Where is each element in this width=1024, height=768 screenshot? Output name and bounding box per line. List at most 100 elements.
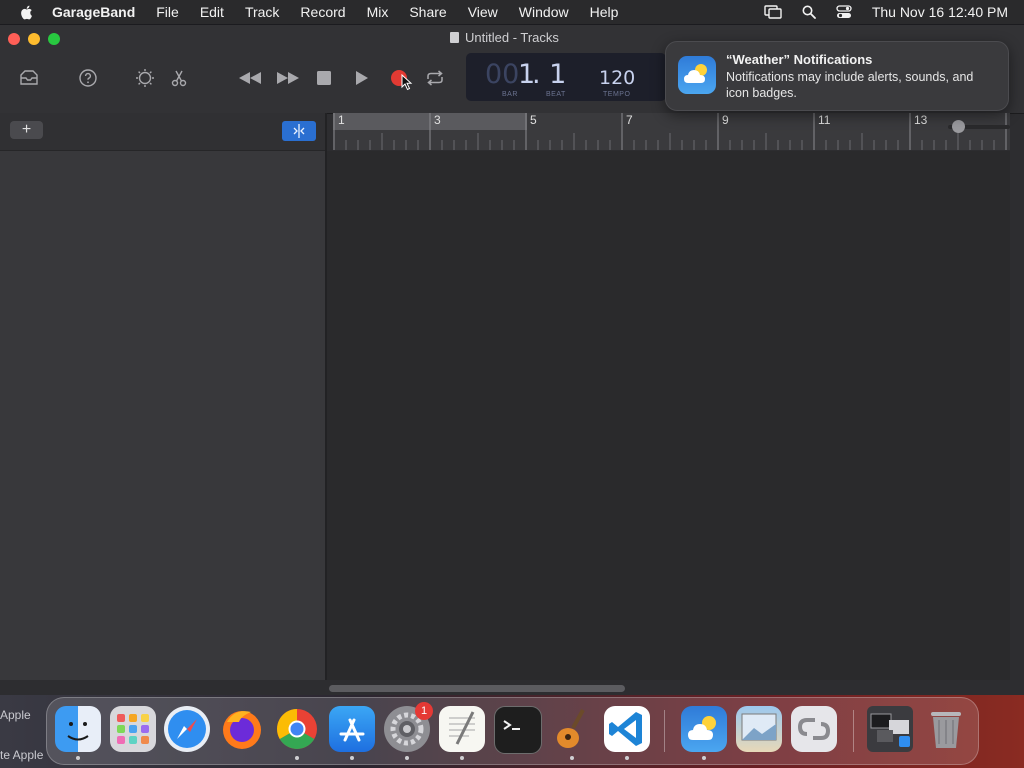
menu-share[interactable]: Share — [409, 4, 446, 20]
stop-icon — [317, 71, 331, 85]
dock-app-store-icon[interactable] — [329, 706, 375, 752]
question-icon — [79, 69, 97, 87]
track-header-toolbar: + — [0, 113, 326, 151]
horizontal-scrollbar[interactable] — [327, 685, 1010, 695]
dock-finder-icon[interactable] — [55, 706, 101, 752]
menu-mix[interactable]: Mix — [367, 4, 389, 20]
menu-record[interactable]: Record — [300, 4, 345, 20]
spotlight-search-icon[interactable] — [802, 5, 816, 19]
dock-running-dot — [76, 756, 80, 760]
dock-running-dot — [405, 756, 409, 760]
weather-notification[interactable]: “Weather” Notifications Notifications ma… — [665, 41, 1009, 111]
cycle-icon — [427, 70, 443, 86]
editors-button[interactable] — [166, 65, 192, 91]
lcd-display[interactable]: 00 1 . 1 BAR BEAT 120 TEMPO — [466, 53, 666, 101]
window-title: Untitled - Tracks — [450, 30, 559, 45]
menu-app-name[interactable]: GarageBand — [52, 4, 135, 20]
catch-playhead-icon — [293, 124, 305, 138]
dock-separator — [853, 710, 854, 752]
notification-title: “Weather” Notifications — [726, 52, 873, 67]
mouse-cursor-icon — [401, 74, 413, 91]
dock — [46, 697, 979, 765]
weather-app-icon — [678, 56, 716, 94]
dock-running-dot — [625, 756, 629, 760]
dock-separator — [664, 710, 665, 752]
lcd-bar-leading: 00 — [485, 59, 520, 90]
screen-mirroring-icon[interactable] — [764, 5, 782, 19]
tracks-workspace[interactable] — [327, 151, 1010, 680]
scrollbar-thumb[interactable] — [329, 685, 625, 692]
desktop-text-2: te Apple — [0, 748, 44, 762]
dock-keychain-icon[interactable] — [791, 706, 837, 752]
ruler-bar-13: 13 — [914, 113, 928, 127]
lcd-beat-value: . 1 — [532, 59, 567, 90]
dock-safari-icon[interactable] — [164, 706, 210, 752]
stop-button[interactable] — [311, 65, 337, 91]
lcd-bar-label: BAR — [502, 91, 518, 98]
play-button[interactable] — [349, 65, 375, 91]
notification-body: Notifications may include alerts, sounds… — [726, 70, 974, 100]
menu-clock[interactable]: Thu Nov 16 12:40 PM — [872, 4, 1008, 20]
dock-textedit-icon[interactable] — [439, 706, 485, 752]
menu-edit[interactable]: Edit — [200, 4, 224, 20]
dock-running-dot — [295, 756, 299, 760]
ruler-bar-11: 11 — [818, 113, 831, 127]
fast-forward-icon — [277, 72, 299, 84]
dock-weather-icon[interactable] — [681, 706, 727, 752]
ruler-bar-3: 3 — [434, 113, 441, 127]
dock-garageband-icon[interactable] — [549, 706, 595, 752]
cycle-button[interactable] — [422, 65, 448, 91]
apple-menu-icon[interactable] — [18, 3, 36, 21]
zoom-slider-knob[interactable] — [952, 120, 965, 133]
smart-controls-icon — [136, 69, 154, 87]
catch-playhead-button[interactable] — [282, 121, 316, 141]
ruler-bar-1: 1 — [338, 113, 345, 127]
ruler-bar-5: 5 — [530, 113, 537, 127]
dock-running-dot — [570, 756, 574, 760]
fast-forward-button[interactable] — [275, 65, 301, 91]
dock-running-dot — [350, 756, 354, 760]
menu-view[interactable]: View — [468, 4, 498, 20]
play-icon — [356, 71, 368, 85]
dock-chrome-icon[interactable] — [274, 706, 320, 752]
minimize-window-button[interactable] — [28, 33, 40, 45]
garageband-window: Untitled - Tracks 00 1 . 1 BAR BEAT 120 … — [0, 25, 1024, 695]
zoom-slider[interactable] — [948, 120, 1012, 134]
dock-downloads-stack-icon[interactable] — [867, 706, 913, 752]
track-header-area: + — [0, 113, 326, 680]
library-icon — [20, 70, 38, 85]
timeline-ruler[interactable]: 1 3 5 7 9 11 13 — [333, 113, 1010, 150]
library-button[interactable] — [16, 65, 42, 91]
dock-running-dot — [460, 756, 464, 760]
control-center-icon[interactable] — [836, 5, 852, 19]
close-window-button[interactable] — [8, 33, 20, 45]
desktop-text: Apple — [0, 708, 31, 722]
rewind-icon — [239, 72, 261, 84]
document-icon — [450, 32, 459, 43]
settings-notification-badge: 1 — [415, 702, 433, 720]
menu-track[interactable]: Track — [245, 4, 279, 20]
lcd-beat-label: BEAT — [546, 91, 566, 98]
dock-terminal-icon[interactable] — [494, 706, 542, 754]
zoom-window-button[interactable] — [48, 33, 60, 45]
ruler-bar-7: 7 — [626, 113, 633, 127]
ruler-bar-9: 9 — [722, 113, 729, 127]
window-title-text: Untitled - Tracks — [465, 30, 559, 45]
scissors-icon — [171, 70, 187, 87]
lcd-tempo-value: 120 — [599, 67, 636, 89]
dock-preview-icon[interactable] — [736, 706, 782, 752]
dock-vscode-icon[interactable] — [604, 706, 650, 752]
dock-trash-icon[interactable] — [923, 706, 969, 752]
dock-launchpad-icon[interactable] — [110, 706, 156, 752]
dock-running-dot — [702, 756, 706, 760]
status-area: Thu Nov 16 12:40 PM — [764, 0, 1008, 24]
rewind-button[interactable] — [237, 65, 263, 91]
menu-help[interactable]: Help — [590, 4, 619, 20]
menu-file[interactable]: File — [156, 4, 179, 20]
dock-firefox-icon[interactable] — [219, 706, 265, 752]
lcd-tempo-label: TEMPO — [603, 91, 631, 98]
smart-controls-button[interactable] — [132, 65, 158, 91]
menu-window[interactable]: Window — [519, 4, 569, 20]
quick-help-button[interactable] — [75, 65, 101, 91]
add-track-button[interactable]: + — [10, 121, 43, 139]
